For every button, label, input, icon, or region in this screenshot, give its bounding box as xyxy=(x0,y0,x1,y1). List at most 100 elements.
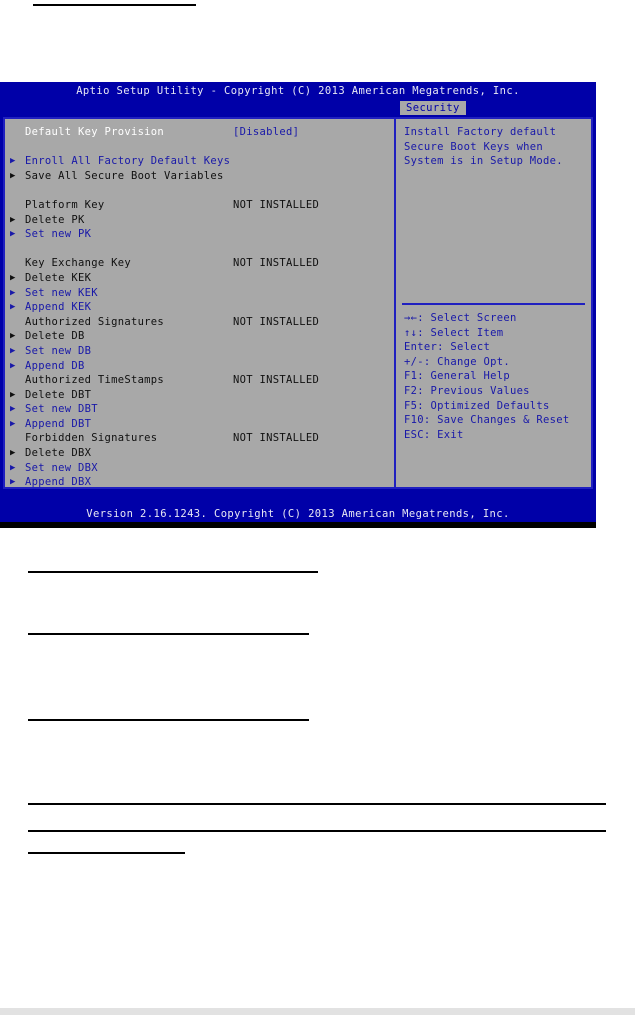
menu-item-value[interactable]: NOT INSTALLED xyxy=(233,373,319,388)
page-bottom-band xyxy=(0,1008,635,1015)
menu-item-label: Forbidden Signatures xyxy=(25,432,158,445)
menu-row[interactable]: ▶ Save All Secure Boot Variables xyxy=(5,169,394,184)
rule-3 xyxy=(28,719,309,721)
menu-item-label: Platform Key xyxy=(25,198,105,211)
window-bottom-border xyxy=(0,522,596,528)
menu-item-label: Default Key Provision xyxy=(25,126,165,138)
help-description: Install Factory default Secure Boot Keys… xyxy=(404,126,563,168)
rule-2 xyxy=(28,633,309,635)
submenu-arrow-icon: ▶ xyxy=(10,272,16,283)
submenu-arrow-icon: ▶ xyxy=(10,170,16,181)
menu-item-value[interactable]: NOT INSTALLED xyxy=(233,198,319,213)
menu-item-label: Save All Secure Boot Variables xyxy=(25,169,224,182)
help-key-item: +/-: Change Opt. xyxy=(404,355,510,368)
submenu-arrow-icon: ▶ xyxy=(10,156,16,167)
menu-row[interactable]: ▶ Append DBX xyxy=(5,475,394,490)
menu-row[interactable]: ▶ Delete PK xyxy=(5,213,394,228)
help-key-item: F2: Previous Values xyxy=(404,384,530,397)
submenu-arrow-icon: ▶ xyxy=(10,462,16,473)
submenu-arrow-icon: ▶ xyxy=(10,477,16,488)
menu-item-label: Set new DBT xyxy=(25,403,98,416)
menu-item-label: Key Exchange Key xyxy=(25,257,131,270)
tab-security-label: Security xyxy=(406,102,460,114)
bios-title-text: Aptio Setup Utility - Copyright (C) 2013… xyxy=(76,85,520,97)
menu-item-label: Authorized TimeStamps xyxy=(25,374,165,387)
menu-row[interactable]: ▶ Delete DB xyxy=(5,329,394,344)
submenu-arrow-icon: ▶ xyxy=(10,345,16,356)
menu-item-value[interactable]: [Disabled] xyxy=(233,125,299,140)
menu-row[interactable]: ▶ Enroll All Factory Default Keys xyxy=(5,154,394,169)
menu-item-label: Delete DBX xyxy=(25,447,92,460)
help-key-item: Enter: Select xyxy=(404,341,491,354)
help-key-item: F10: Save Changes & Reset xyxy=(404,414,570,427)
help-key-item: ↑↓: Select Item xyxy=(404,326,504,339)
help-divider xyxy=(402,303,585,305)
menu-row[interactable]: ▶ Delete DBX xyxy=(5,446,394,461)
submenu-arrow-icon: ▶ xyxy=(10,331,16,342)
menu-row[interactable]: Default Key Provision [Disabled] xyxy=(5,125,394,140)
help-pane: Install Factory default Secure Boot Keys… xyxy=(396,119,591,487)
menu-item-label: Append DBT xyxy=(25,417,92,430)
menu-item-label: Enroll All Factory Default Keys xyxy=(25,155,231,168)
menu-item-label: Delete PK xyxy=(25,213,85,226)
help-key-item: →←: Select Screen xyxy=(404,312,517,324)
submenu-arrow-icon: ▶ xyxy=(10,448,16,459)
menu-row[interactable]: Authorized Signatures NOT INSTALLED xyxy=(5,315,394,330)
menu-item-value[interactable]: NOT INSTALLED xyxy=(233,256,319,271)
menu-item-label: Set new DB xyxy=(25,344,92,357)
menu-item-label: Append DBX xyxy=(25,476,92,489)
rule-5 xyxy=(28,830,606,832)
menu-item-value[interactable]: NOT INSTALLED xyxy=(233,431,319,446)
submenu-arrow-icon: ▶ xyxy=(10,302,16,313)
help-key-item: ESC: Exit xyxy=(404,428,464,441)
menu-row[interactable]: ▶ Set new KEK xyxy=(5,286,394,301)
menu-row[interactable]: ▶ Set new PK xyxy=(5,227,394,242)
help-key-item: F5: Optimized Defaults xyxy=(404,399,550,412)
submenu-arrow-icon: ▶ xyxy=(10,360,16,371)
bios-footer: Version 2.16.1243. Copyright (C) 2013 Am… xyxy=(0,507,596,522)
menu-spacer xyxy=(5,183,394,198)
rule-top xyxy=(33,4,196,6)
menu-item-value[interactable]: NOT INSTALLED xyxy=(233,315,319,330)
submenu-arrow-icon: ▶ xyxy=(10,389,16,400)
menu-row[interactable]: ▶ Set new DBX xyxy=(5,461,394,476)
menu-item-label: Append KEK xyxy=(25,301,92,314)
menu-row[interactable]: ▶ Set new DB xyxy=(5,344,394,359)
bios-tab-bar: Security xyxy=(0,101,596,115)
rule-6 xyxy=(28,852,185,854)
menu-row[interactable]: ▶ Delete DBT xyxy=(5,388,394,403)
rule-1 xyxy=(28,571,318,573)
menu-item-label: Delete KEK xyxy=(25,271,92,284)
bios-body: Default Key Provision [Disabled] ▶ Enroll A… xyxy=(3,117,593,489)
menu-row[interactable]: ▶ Append DBT xyxy=(5,417,394,432)
submenu-arrow-icon: ▶ xyxy=(10,214,16,225)
bios-footer-text: Version 2.16.1243. Copyright (C) 2013 Am… xyxy=(86,508,510,520)
tab-security[interactable]: Security xyxy=(400,101,466,115)
menu-spacer xyxy=(5,242,394,257)
submenu-arrow-icon: ▶ xyxy=(10,418,16,429)
help-key-item: F1: General Help xyxy=(404,370,510,383)
menu-row[interactable]: ▶ Delete KEK xyxy=(5,271,394,286)
menu-item-label: Authorized Signatures xyxy=(25,315,165,328)
menu-item-label: Set new PK xyxy=(25,228,92,241)
submenu-arrow-icon: ▶ xyxy=(10,287,16,298)
menu-row[interactable]: Forbidden Signatures NOT INSTALLED xyxy=(5,431,394,446)
rule-4 xyxy=(28,803,606,805)
submenu-arrow-icon: ▶ xyxy=(10,229,16,240)
menu-item-label: Append DB xyxy=(25,359,85,372)
help-key-legend: →←: Select Screen ↑↓: Select Item Enter: S… xyxy=(404,311,585,442)
menu-pane: Default Key Provision [Disabled] ▶ Enroll A… xyxy=(5,119,396,490)
menu-item-label: Set new KEK xyxy=(25,286,98,299)
menu-row[interactable]: ▶ Append KEK xyxy=(5,300,394,315)
bios-title-bar: Aptio Setup Utility - Copyright (C) 2013… xyxy=(0,82,596,101)
menu-item-label: Delete DBT xyxy=(25,388,92,401)
menu-item-label: Delete DB xyxy=(25,330,85,343)
menu-row[interactable]: ▶ Append DB xyxy=(5,359,394,374)
menu-row[interactable]: ▶ Set new DBT xyxy=(5,402,394,417)
menu-row[interactable]: Authorized TimeStamps NOT INSTALLED xyxy=(5,373,394,388)
menu-spacer xyxy=(5,140,394,155)
menu-row[interactable]: Key Exchange Key NOT INSTALLED xyxy=(5,256,394,271)
submenu-arrow-icon: ▶ xyxy=(10,404,16,415)
menu-row[interactable]: Platform Key NOT INSTALLED xyxy=(5,198,394,213)
bios-setup-window: Aptio Setup Utility - Copyright (C) 2013… xyxy=(0,82,596,528)
